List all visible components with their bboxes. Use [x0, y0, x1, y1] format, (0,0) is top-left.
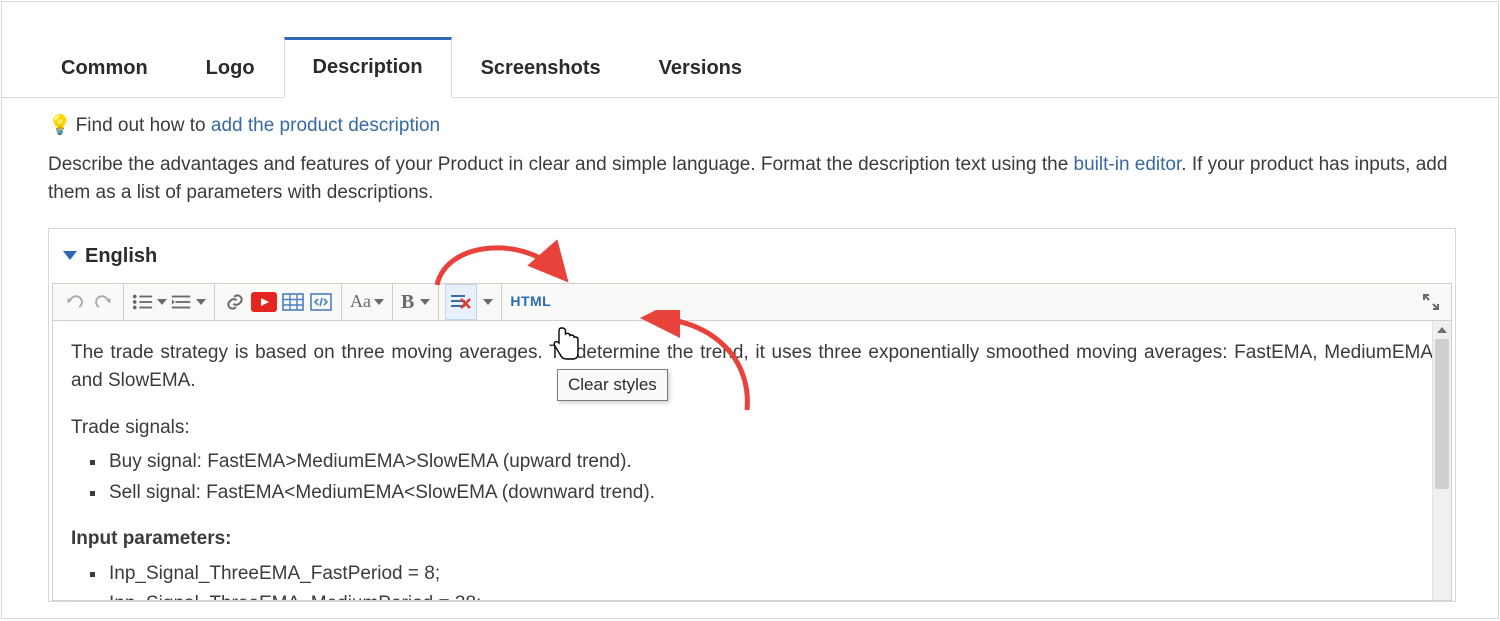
code-icon: [310, 293, 332, 311]
fullscreen-icon: [1422, 293, 1440, 311]
link-button[interactable]: [221, 284, 249, 320]
tab-description[interactable]: Description: [284, 37, 452, 98]
chevron-down-icon: [483, 299, 493, 305]
scroll-thumb[interactable]: [1435, 339, 1449, 489]
chevron-down-icon: [157, 299, 167, 305]
inputs-heading: Input parameters:: [71, 525, 1433, 554]
inputs-list: Inp_Signal_ThreeEMA_FastPeriod = 8; Inp_…: [107, 560, 1433, 600]
chevron-down-icon: [374, 299, 384, 305]
tooltip-clear-styles: Clear styles: [557, 369, 668, 401]
vertical-scrollbar[interactable]: [1432, 321, 1451, 600]
tab-screenshots[interactable]: Screenshots: [452, 38, 630, 98]
pointer-cursor-icon: [551, 326, 581, 360]
undo-button[interactable]: [61, 284, 89, 320]
video-icon: [251, 292, 277, 312]
bulb-icon: 💡: [48, 115, 72, 136]
fullscreen-button[interactable]: [1417, 284, 1445, 320]
html-source-button[interactable]: HTML: [508, 284, 553, 320]
help-tip-prefix: Find out how to: [76, 115, 211, 136]
link-icon: [224, 292, 246, 312]
tab-logo[interactable]: Logo: [177, 38, 284, 98]
unordered-list-button[interactable]: [130, 284, 169, 320]
chevron-down-icon: [420, 299, 430, 305]
list-ul-icon: [132, 292, 154, 312]
font-size-button[interactable]: Aa: [348, 284, 386, 320]
clear-styles-button[interactable]: [445, 284, 477, 320]
aa-label: Aa: [350, 288, 371, 315]
editor-intro: The trade strategy is based on three mov…: [71, 339, 1433, 396]
clear-styles-dropdown[interactable]: [477, 284, 495, 320]
help-tip: 💡Find out how to add the product descrip…: [48, 112, 1456, 141]
list-item: Inp_Signal_ThreeEMA_MediumPeriod = 38;: [107, 590, 1433, 600]
chevron-down-icon: [196, 299, 206, 305]
list-ol-icon: [171, 292, 193, 312]
signals-heading: Trade signals:: [71, 414, 1433, 443]
tab-common[interactable]: Common: [32, 38, 177, 98]
html-label: HTML: [510, 291, 551, 312]
list-item: Inp_Signal_ThreeEMA_FastPeriod = 8;: [107, 560, 1433, 589]
video-button[interactable]: [249, 284, 279, 320]
help-tip-link[interactable]: add the product description: [211, 115, 440, 136]
editor-wrap: Aa B: [52, 283, 1452, 601]
editor-toolbar: Aa B: [53, 284, 1451, 320]
redo-icon: [93, 292, 113, 312]
tab-bar: Common Logo Description Screenshots Vers…: [2, 2, 1498, 98]
code-button[interactable]: [307, 284, 335, 320]
clear-styles-icon: [450, 292, 472, 312]
table-icon: [282, 293, 304, 311]
panel-header-english[interactable]: English: [49, 229, 1455, 283]
table-button[interactable]: [279, 284, 307, 320]
editor-content[interactable]: The trade strategy is based on three mov…: [53, 321, 1451, 600]
editor-scroll: The trade strategy is based on three mov…: [53, 320, 1451, 600]
signals-list: Buy signal: FastEMA>MediumEMA>SlowEMA (u…: [107, 448, 1433, 507]
collapse-icon: [63, 251, 77, 260]
bold-label: B: [401, 287, 414, 317]
list-item: Buy signal: FastEMA>MediumEMA>SlowEMA (u…: [107, 448, 1433, 477]
editor-panel: English: [48, 228, 1456, 602]
intro-paragraph: Describe the advantages and features of …: [48, 151, 1456, 208]
undo-icon: [65, 292, 85, 312]
panel-title: English: [85, 241, 157, 271]
scroll-up-icon[interactable]: [1433, 321, 1451, 339]
redo-button[interactable]: [89, 284, 117, 320]
tab-versions[interactable]: Versions: [630, 38, 771, 98]
intro-part1: Describe the advantages and features of …: [48, 154, 1074, 175]
list-item: Sell signal: FastEMA<MediumEMA<SlowEMA (…: [107, 479, 1433, 508]
builtin-editor-link[interactable]: built-in editor: [1074, 154, 1182, 175]
ordered-list-button[interactable]: [169, 284, 208, 320]
bold-button[interactable]: B: [399, 284, 432, 320]
